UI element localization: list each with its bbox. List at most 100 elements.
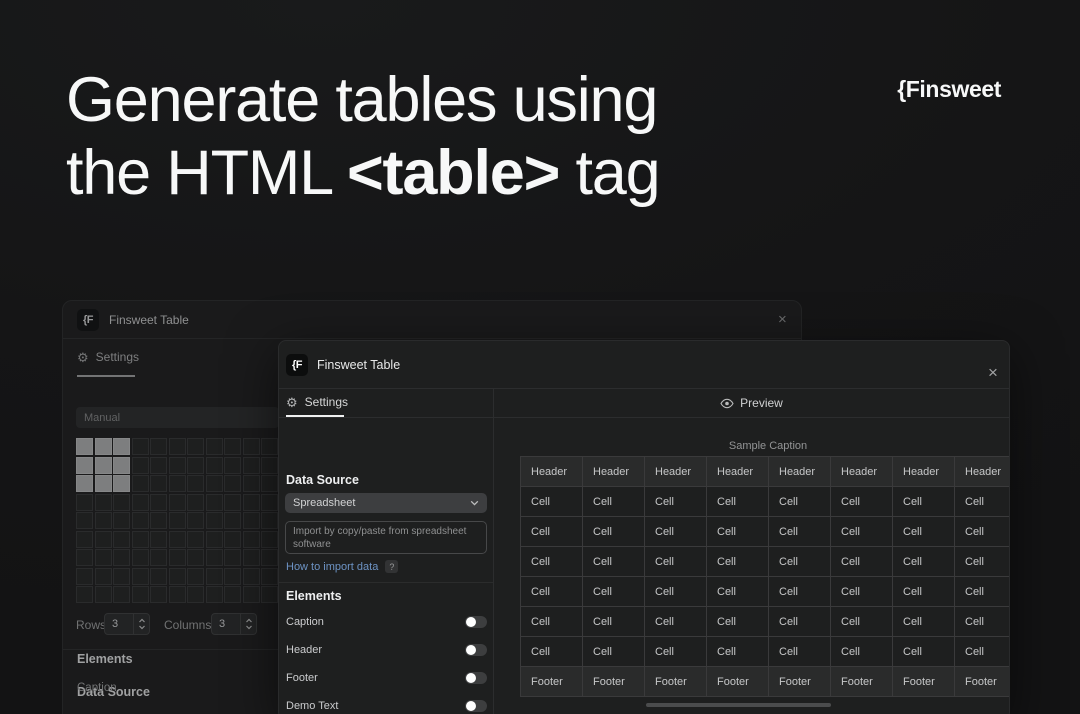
grid-cell[interactable] [242,438,260,455]
grid-cell[interactable] [131,530,149,548]
columns-stepper-arrows[interactable] [240,614,256,634]
grid-cell[interactable] [242,530,260,548]
grid-cell[interactable] [168,438,186,455]
grid-cell[interactable] [224,512,241,529]
grid-cell[interactable] [187,438,204,455]
grid-cell[interactable] [113,530,130,548]
grid-cell[interactable] [224,438,241,455]
grid-cell[interactable] [94,456,112,474]
grid-cell[interactable] [76,475,93,492]
grid-cell[interactable] [168,586,186,603]
grid-cell[interactable] [113,586,130,603]
grid-cell[interactable] [205,530,223,548]
grid-cell[interactable] [205,493,223,511]
data-source-select[interactable]: Spreadsheet [285,493,487,513]
grid-cell[interactable] [242,512,260,529]
tab-settings[interactable]: ⚙ Settings [286,395,348,409]
grid-cell[interactable] [242,456,260,474]
grid-cell[interactable] [205,567,223,585]
grid-cell[interactable] [113,438,130,455]
grid-cell[interactable] [187,549,204,566]
grid-cell[interactable] [168,475,186,492]
grid-cell[interactable] [224,456,241,474]
grid-cell[interactable] [261,586,278,603]
grid-cell[interactable] [94,530,112,548]
grid-cell[interactable] [131,549,149,566]
close-icon[interactable]: × [988,364,998,381]
grid-cell[interactable] [76,438,93,455]
grid-cell[interactable] [224,549,241,566]
grid-cell[interactable] [205,475,223,492]
grid-cell[interactable] [150,549,167,566]
grid-cell[interactable] [261,475,278,492]
horizontal-scrollbar-thumb[interactable] [646,703,831,707]
demo-text-toggle[interactable] [465,700,487,712]
grid-cell[interactable] [131,512,149,529]
grid-cell[interactable] [187,567,204,585]
rows-stepper-arrows[interactable] [133,614,149,634]
grid-cell[interactable] [113,456,130,474]
grid-cell[interactable] [187,530,204,548]
grid-cell[interactable] [187,475,204,492]
grid-cell[interactable] [76,549,93,566]
grid-cell[interactable] [187,493,204,511]
grid-cell[interactable] [187,512,204,529]
grid-cell[interactable] [168,493,186,511]
grid-cell[interactable] [131,586,149,603]
grid-cell[interactable] [94,493,112,511]
grid-cell[interactable] [113,475,130,492]
grid-cell[interactable] [76,567,93,585]
grid-cell[interactable] [150,512,167,529]
footer-toggle[interactable] [465,672,487,684]
grid-cell[interactable] [168,530,186,548]
grid-cell[interactable] [261,549,278,566]
grid-cell[interactable] [150,456,167,474]
tab-settings[interactable]: ⚙ Settings [77,350,139,364]
help-badge-icon[interactable]: ? [385,560,399,573]
grid-cell[interactable] [150,493,167,511]
rows-input[interactable] [105,614,133,634]
grid-cell[interactable] [94,512,112,529]
grid-cell[interactable] [242,475,260,492]
grid-cell[interactable] [261,567,278,585]
grid-cell[interactable] [150,567,167,585]
grid-cell[interactable] [131,456,149,474]
import-data-textarea[interactable] [285,521,487,554]
caption-toggle[interactable] [465,616,487,628]
how-to-import-link[interactable]: How to import data [286,561,378,573]
grid-cell[interactable] [131,493,149,511]
grid-cell[interactable] [150,586,167,603]
grid-cell[interactable] [168,567,186,585]
grid-cell[interactable] [205,438,223,455]
grid-cell[interactable] [76,586,93,603]
grid-cell[interactable] [76,530,93,548]
grid-cell[interactable] [94,549,112,566]
grid-cell[interactable] [242,567,260,585]
grid-cell[interactable] [168,512,186,529]
grid-cell[interactable] [76,493,93,511]
grid-cell[interactable] [242,549,260,566]
grid-cell[interactable] [150,530,167,548]
grid-cell[interactable] [113,549,130,566]
grid-cell[interactable] [261,530,278,548]
grid-cell[interactable] [94,567,112,585]
data-source-select[interactable]: Manual [76,407,279,428]
grid-cell[interactable] [131,475,149,492]
close-icon[interactable]: × [778,311,787,328]
grid-cell[interactable] [224,530,241,548]
grid-cell[interactable] [113,512,130,529]
grid-cell[interactable] [224,567,241,585]
grid-cell[interactable] [168,549,186,566]
grid-cell[interactable] [205,586,223,603]
grid-cell[interactable] [224,586,241,603]
grid-cell[interactable] [242,586,260,603]
grid-cell[interactable] [113,493,130,511]
grid-cell[interactable] [94,438,112,455]
grid-cell[interactable] [224,493,241,511]
grid-cell[interactable] [168,456,186,474]
grid-cell[interactable] [76,512,93,529]
header-toggle[interactable] [465,644,487,656]
grid-cell[interactable] [261,456,278,474]
grid-cell[interactable] [94,475,112,492]
grid-cell[interactable] [76,456,93,474]
